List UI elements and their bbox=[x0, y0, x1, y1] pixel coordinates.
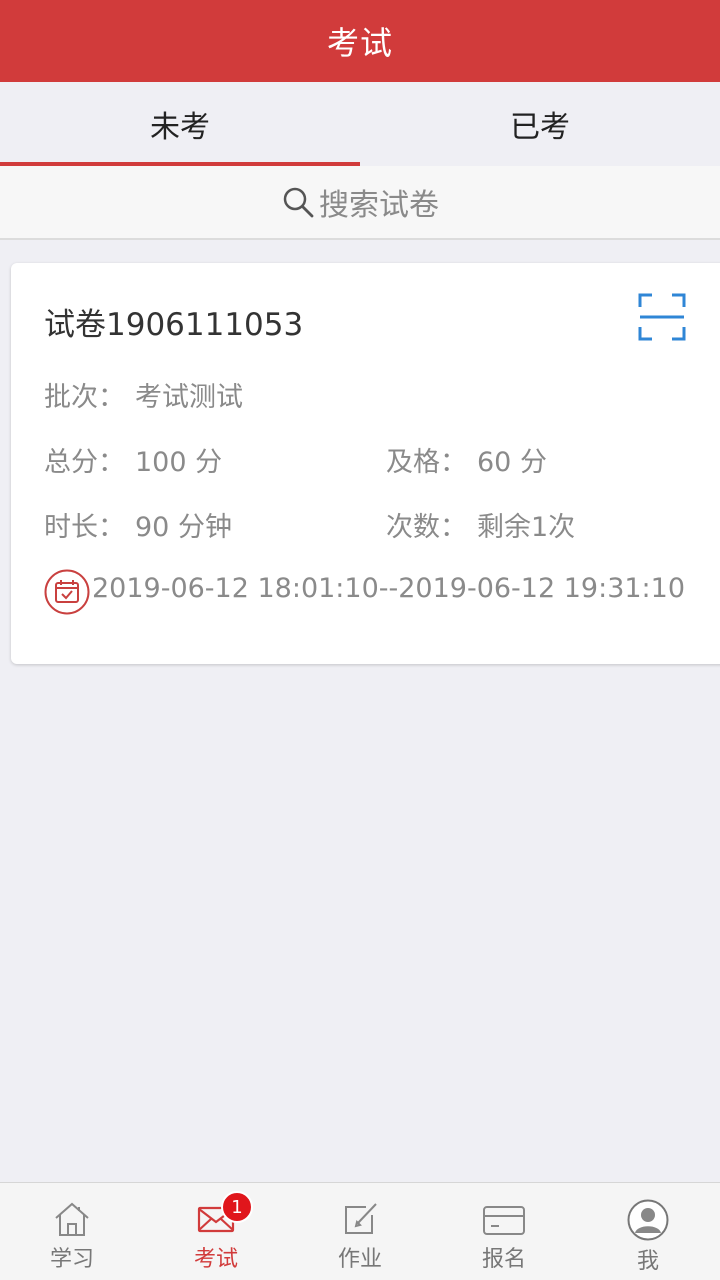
user-icon bbox=[627, 1199, 669, 1241]
tab-label: 未考 bbox=[150, 110, 210, 145]
bottom-nav: 学习 考试 1 作业 报名 我 bbox=[0, 1182, 720, 1280]
attempts-row: 次数： 剩余1次 bbox=[386, 505, 575, 544]
nav-label: 作业 bbox=[337, 1247, 382, 1272]
nav-label: 考试 bbox=[193, 1247, 238, 1272]
nav-label: 我 bbox=[636, 1249, 659, 1274]
exam-time-range: 2019-06-12 18:01:10--2019-06-12 19:31:10 bbox=[92, 573, 685, 604]
batch-label: 批次： bbox=[44, 382, 125, 413]
app-header: 考试 bbox=[0, 0, 720, 82]
nav-item-exam[interactable]: 考试 1 bbox=[144, 1183, 288, 1280]
tab-label: 已考 bbox=[510, 110, 570, 145]
batch-row: 批次： 考试测试 bbox=[44, 375, 243, 414]
duration-value: 90 分钟 bbox=[135, 512, 232, 543]
nav-item-homework[interactable]: 作业 bbox=[288, 1183, 432, 1280]
exam-card[interactable]: 试卷1906111053 批次： 考试测试 总分： 100 分 及格： 60 分 时长… bbox=[11, 263, 720, 664]
nav-item-register[interactable]: 报名 bbox=[432, 1183, 576, 1280]
card-icon bbox=[483, 1206, 525, 1235]
nav-item-study[interactable]: 学习 bbox=[0, 1183, 144, 1280]
duration-row: 时长： 90 分钟 bbox=[44, 505, 232, 544]
total-label: 总分： bbox=[44, 447, 125, 478]
exam-title: 试卷1906111053 bbox=[44, 307, 304, 343]
search-icon bbox=[283, 187, 314, 218]
pass-score-row: 及格： 60 分 bbox=[386, 440, 547, 479]
page-title: 考试 bbox=[326, 24, 393, 62]
attempts-value: 剩余1次 bbox=[477, 512, 576, 543]
duration-label: 时长： bbox=[44, 512, 125, 543]
tab-bar: 未考 已考 bbox=[0, 82, 720, 166]
nav-item-me[interactable]: 我 bbox=[576, 1183, 720, 1280]
tab-taken[interactable]: 已考 bbox=[360, 82, 720, 166]
nav-label: 报名 bbox=[481, 1247, 526, 1272]
calendar-icon bbox=[44, 569, 90, 615]
tab-not-taken[interactable]: 未考 bbox=[0, 82, 360, 166]
home-icon bbox=[55, 1202, 89, 1236]
edit-icon bbox=[345, 1203, 377, 1234]
notification-badge: 1 bbox=[221, 1191, 253, 1223]
pass-value: 60 分 bbox=[477, 447, 547, 478]
total-score-row: 总分： 100 分 bbox=[44, 440, 222, 479]
batch-value: 考试测试 bbox=[135, 382, 243, 413]
attempts-label: 次数： bbox=[386, 512, 467, 543]
search-bar[interactable]: 搜索试卷 bbox=[0, 166, 720, 240]
total-value: 100 分 bbox=[135, 447, 223, 478]
scan-icon[interactable] bbox=[638, 293, 686, 341]
search-placeholder: 搜索试卷 bbox=[319, 188, 439, 223]
nav-label: 学习 bbox=[49, 1247, 94, 1272]
pass-label: 及格： bbox=[386, 447, 467, 478]
